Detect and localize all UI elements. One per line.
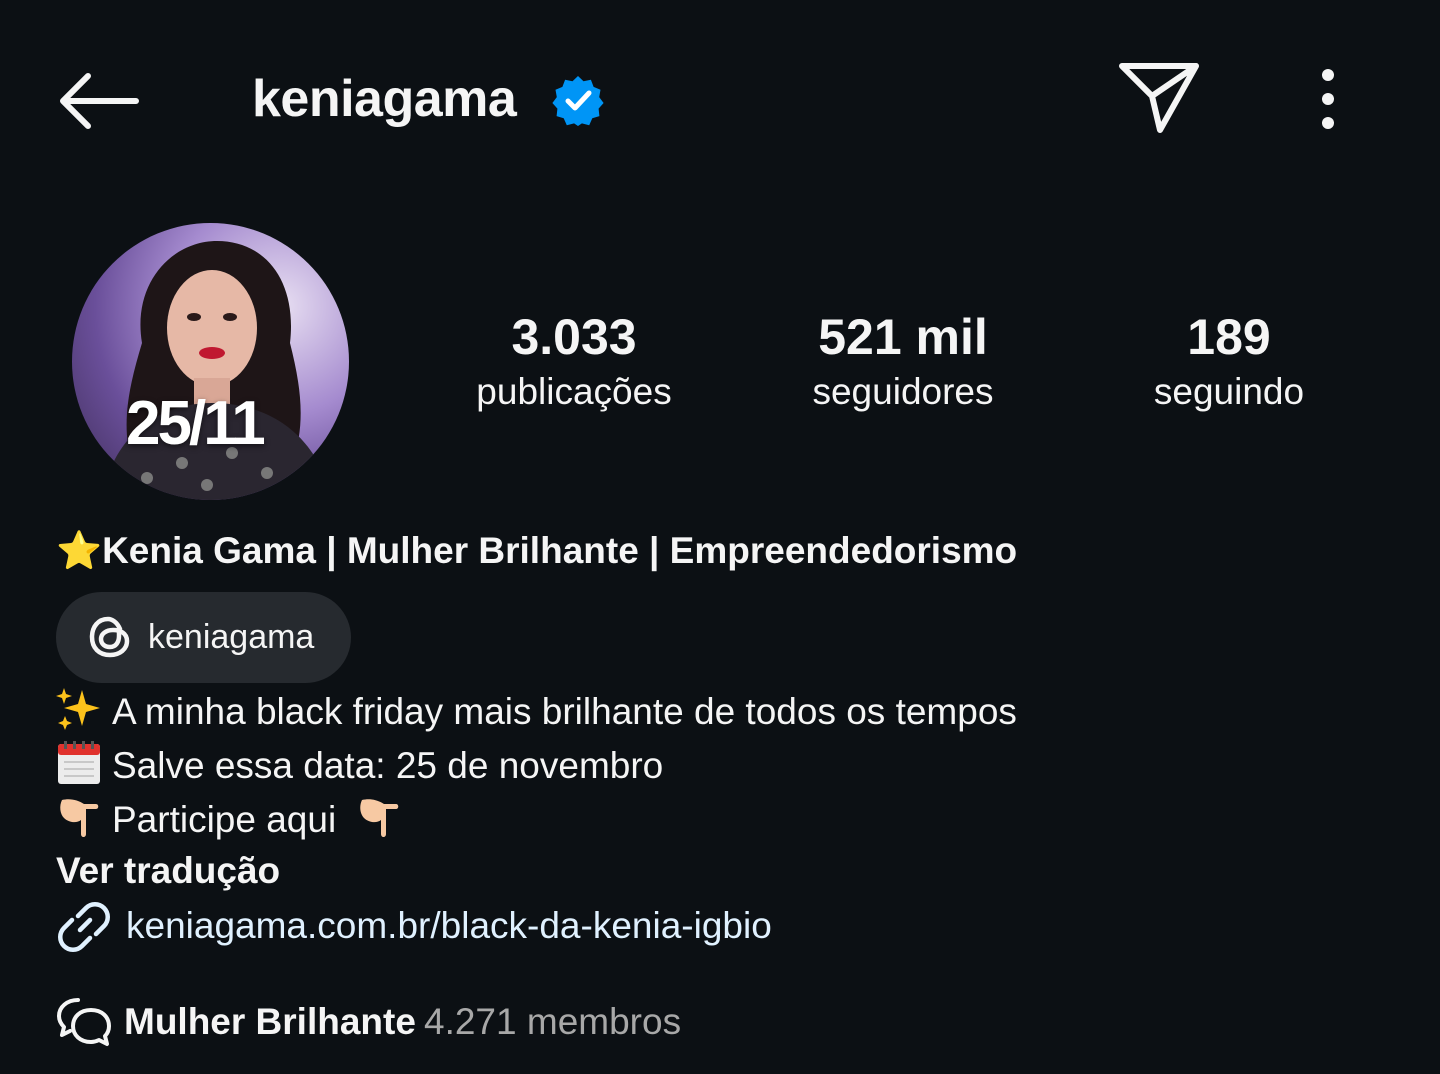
link-icon bbox=[58, 902, 110, 952]
posts-count: 3.033 bbox=[511, 309, 637, 365]
threads-profile-chip[interactable]: keniagama bbox=[56, 592, 351, 683]
verified-badge-icon bbox=[552, 76, 604, 126]
following-count: 189 bbox=[1187, 309, 1271, 365]
send-message-button[interactable] bbox=[1116, 58, 1204, 138]
followers-label: seguidores bbox=[812, 371, 994, 412]
back-button[interactable] bbox=[56, 66, 140, 136]
profile-screen: keniagama 25/11 3.033 publicações 521 mi… bbox=[0, 0, 1440, 1074]
followers-count: 521 mil bbox=[818, 309, 988, 365]
sparkles-icon bbox=[56, 688, 100, 730]
chat-bubbles-icon bbox=[57, 998, 111, 1046]
following-label: seguindo bbox=[1153, 371, 1305, 412]
calendar-icon bbox=[58, 741, 100, 784]
bio-link-text: keniagama.com.br/black-da-kenia-igbio bbox=[126, 905, 772, 946]
pointing-down-hand-icon bbox=[60, 799, 99, 837]
bio-line-2-text: Salve essa data: 25 de novembro bbox=[112, 745, 664, 786]
threads-handle: keniagama bbox=[148, 618, 315, 656]
vertical-dots-icon bbox=[1322, 69, 1334, 129]
bio-line-1: A minha black friday mais brilhante de t… bbox=[56, 686, 1017, 737]
followers-stat[interactable]: 521 mil seguidores bbox=[773, 306, 1033, 416]
following-stat[interactable]: 189 seguindo bbox=[1099, 306, 1359, 416]
posts-stat[interactable]: 3.033 publicações bbox=[444, 306, 704, 416]
more-options-button[interactable] bbox=[1304, 66, 1352, 132]
threads-icon bbox=[89, 616, 130, 658]
posts-label: publicações bbox=[476, 371, 672, 412]
pointing-down-hand-icon bbox=[360, 799, 399, 837]
arrow-left-icon bbox=[60, 73, 139, 129]
see-translation-link[interactable]: Ver tradução bbox=[56, 846, 280, 896]
bio-line-3-text: Participe aqui bbox=[112, 799, 337, 840]
bio-display-name: ⭐Kenia Gama | Mulher Brilhante | Empreen… bbox=[56, 530, 1018, 571]
channel-name: Mulher Brilhante bbox=[124, 1001, 416, 1042]
paper-plane-icon bbox=[1119, 63, 1199, 133]
bio-line-3: Participe aqui bbox=[56, 794, 412, 845]
avatar-date-overlay: 25/11 bbox=[126, 389, 266, 458]
profile-avatar[interactable]: 25/11 bbox=[72, 223, 349, 500]
profile-username: keniagama bbox=[252, 70, 517, 128]
bio-line-1-text: A minha black friday mais brilhante de t… bbox=[112, 691, 1017, 732]
channel-members-count: 4.271 membros bbox=[424, 1001, 682, 1042]
bio-line-2: Salve essa data: 25 de novembro bbox=[56, 740, 663, 791]
